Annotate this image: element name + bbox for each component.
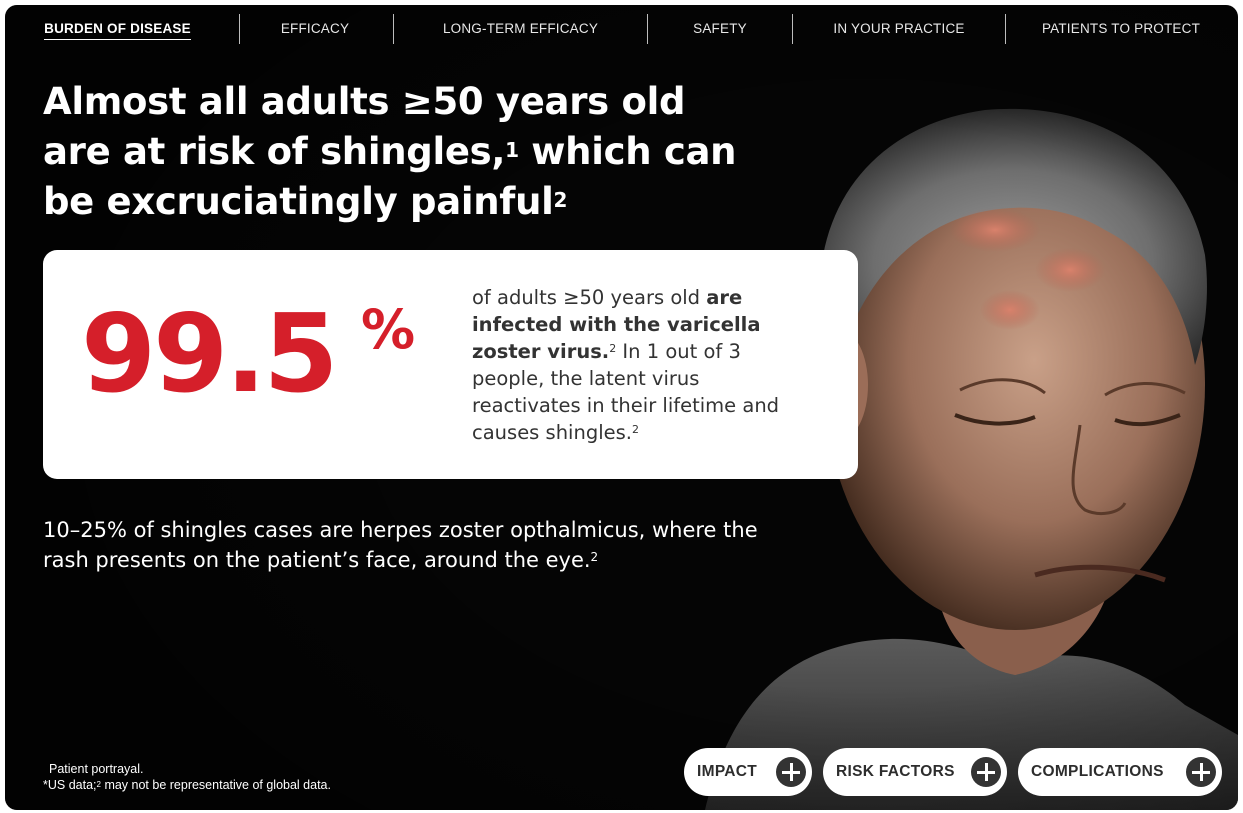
impact-button[interactable]: IMPACT [684, 748, 812, 796]
nav-tab-safety[interactable]: SAFETY [648, 15, 792, 43]
nav-tab-burden-of-disease[interactable]: BURDEN OF DISEASE [30, 15, 205, 43]
statistic-description: of adults ≥50 years old are infected wit… [472, 286, 780, 444]
hero-panel: BURDEN OF DISEASE EFFICACY LONG-TERM EFF… [5, 5, 1238, 810]
nav-tab-long-term-efficacy[interactable]: LONG-TERM EFFICACY [394, 15, 647, 43]
nav-tab-label: BURDEN OF DISEASE [44, 21, 191, 40]
footnote-us-data: *US data;2 may not be representative of … [43, 778, 331, 792]
impact-button-label: IMPACT [697, 763, 758, 780]
statistic-unit: % [361, 298, 416, 361]
complications-button[interactable]: COMPLICATIONS [1018, 748, 1222, 796]
plus-circle-icon [1186, 757, 1216, 787]
reference-superscript: 1 [505, 138, 519, 162]
complications-button-label: COMPLICATIONS [1031, 763, 1164, 780]
risk-factors-button[interactable]: RISK FACTORS [823, 748, 1007, 796]
plus-circle-icon [971, 757, 1001, 787]
reference-superscript: 2 [609, 342, 617, 355]
page-headline: Almost all adults ≥50 years old are at r… [43, 80, 737, 223]
top-navigation: BURDEN OF DISEASE EFFICACY LONG-TERM EFF… [5, 5, 1238, 53]
nav-tab-in-your-practice[interactable]: IN YOUR PRACTICE [793, 15, 1005, 43]
nav-tab-efficacy[interactable]: EFFICACY [240, 15, 390, 43]
hzo-description: 10–25% of shingles cases are herpes zost… [43, 518, 758, 572]
footnote-portrayal: Patient portrayal. [49, 762, 144, 776]
footnotes: Patient portrayal. *US data;2 may not be… [43, 761, 331, 793]
reference-superscript: 2 [553, 188, 568, 212]
reference-superscript: 2 [590, 550, 599, 564]
risk-factors-button-label: RISK FACTORS [836, 763, 955, 780]
plus-circle-icon [776, 757, 806, 787]
nav-tab-patients-to-protect[interactable]: PATIENTS TO PROTECT [1006, 15, 1236, 43]
statistic-value: 99.5 [81, 292, 338, 417]
statistic-card: 99.5 % of adults ≥50 years old are infec… [43, 250, 858, 479]
reference-superscript: 2 [632, 423, 639, 436]
